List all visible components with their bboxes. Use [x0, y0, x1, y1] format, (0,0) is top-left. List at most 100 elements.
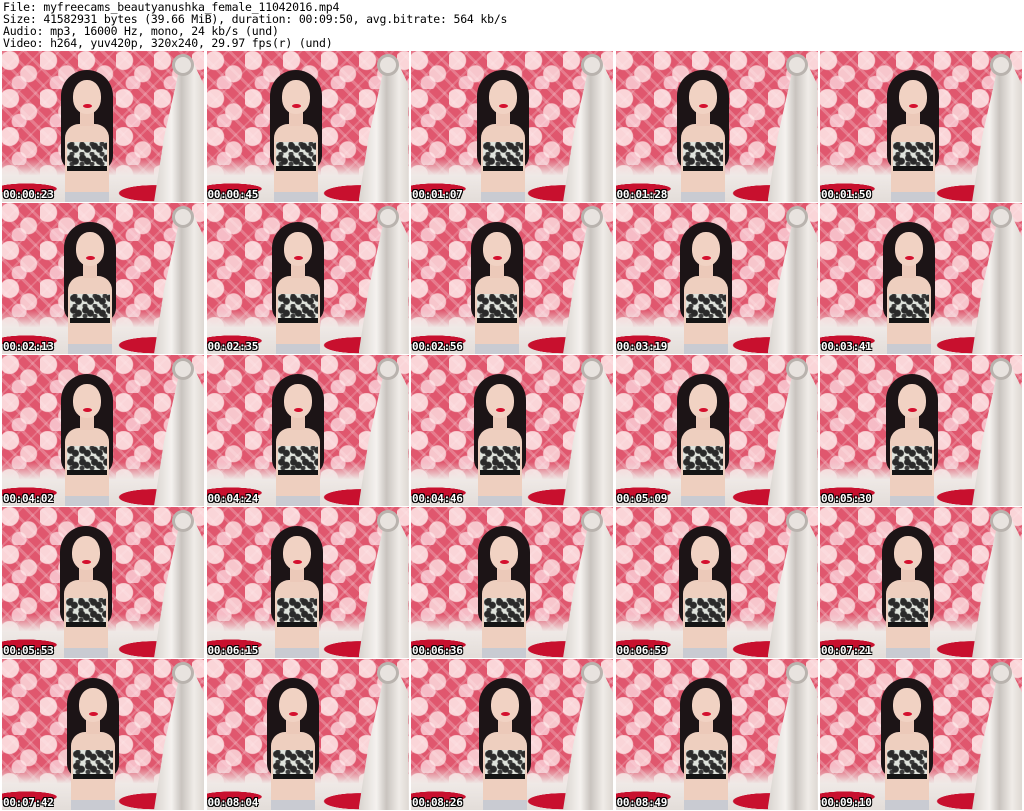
thumbnail-timestamp: 00:02:56 — [412, 340, 463, 353]
thumbnail-timestamp: 00:09:10 — [821, 796, 872, 809]
thumbnail-timestamp: 00:07:42 — [3, 796, 54, 809]
video-thumbnail: 00:01:07 — [411, 51, 613, 202]
curtain-ring-graphic — [376, 662, 399, 684]
person-figure — [665, 508, 745, 658]
person-figure — [47, 52, 127, 202]
curtain-graphic — [154, 211, 204, 354]
thumbnail-timestamp: 00:02:35 — [207, 340, 259, 353]
curtain-graphic — [972, 515, 1022, 658]
person-figure — [253, 660, 333, 810]
curtain-graphic — [358, 667, 409, 810]
curtain-ring-graphic — [172, 358, 194, 380]
curtain-graphic — [358, 515, 409, 658]
video-thumbnail: 00:02:56 — [411, 203, 613, 354]
person-figure — [256, 52, 336, 202]
person-figure — [463, 52, 543, 202]
curtain-ring-graphic — [376, 358, 399, 380]
curtain-graphic — [767, 667, 818, 810]
info-header: File: myfreecams_beautyanushka_female_11… — [0, 0, 1024, 50]
curtain-graphic — [358, 363, 409, 506]
curtain-graphic — [563, 211, 613, 354]
video-thumbnail: 00:04:46 — [411, 355, 613, 506]
curtain-ring-graphic — [581, 206, 603, 228]
curtain-graphic — [154, 667, 204, 810]
curtain-ring-graphic — [785, 358, 808, 380]
curtain-ring-graphic — [581, 358, 603, 380]
person-figure — [50, 204, 130, 354]
curtain-ring-graphic — [990, 662, 1012, 684]
person-figure — [457, 204, 537, 354]
curtain-ring-graphic — [990, 358, 1012, 380]
thumbnail-timestamp: 00:02:13 — [3, 340, 54, 353]
curtain-graphic — [767, 363, 818, 506]
thumbnail-timestamp: 00:01:28 — [616, 188, 668, 201]
thumbnail-timestamp: 00:03:19 — [616, 340, 668, 353]
person-figure — [869, 204, 949, 354]
thumbnail-timestamp: 00:05:09 — [616, 492, 668, 505]
video-thumbnail: 00:03:41 — [820, 203, 1022, 354]
video-thumbnail: 00:06:15 — [206, 507, 409, 658]
curtain-graphic — [154, 363, 204, 506]
person-figure — [258, 204, 338, 354]
curtain-graphic — [972, 363, 1022, 506]
person-figure — [460, 356, 540, 506]
video-thumbnail: 00:06:36 — [411, 507, 613, 658]
video-thumbnail: 00:07:42 — [2, 659, 204, 810]
video-thumbnail: 00:08:04 — [206, 659, 409, 810]
curtain-ring-graphic — [785, 510, 808, 532]
curtain-graphic — [563, 667, 613, 810]
curtain-graphic — [563, 363, 613, 506]
person-figure — [465, 660, 545, 810]
person-figure — [663, 52, 743, 202]
thumbnail-timestamp: 00:03:41 — [821, 340, 872, 353]
thumbnail-timestamp: 00:08:49 — [616, 796, 668, 809]
person-figure — [868, 508, 948, 658]
thumbnail-timestamp: 00:06:59 — [616, 644, 668, 657]
video-thumbnail: 00:03:19 — [615, 203, 818, 354]
video-info: Video: h264, yuv420p, 320x240, 29.97 fps… — [3, 36, 333, 50]
thumbnail-timestamp: 00:01:50 — [821, 188, 872, 201]
video-thumbnail: 00:06:59 — [615, 507, 818, 658]
video-thumbnail: 00:08:26 — [411, 659, 613, 810]
person-figure — [46, 508, 126, 658]
curtain-graphic — [767, 59, 818, 202]
thumbnail-grid: 00:00:23 00:00:45 00:01:07 00:01:28 00:01:50… — [2, 51, 1022, 810]
curtain-graphic — [563, 59, 613, 202]
curtain-ring-graphic — [785, 54, 808, 76]
thumbnail-timestamp: 00:06:15 — [207, 644, 259, 657]
curtain-graphic — [972, 59, 1022, 202]
thumbnail-timestamp: 00:07:21 — [821, 644, 872, 657]
curtain-ring-graphic — [990, 510, 1012, 532]
person-figure — [464, 508, 544, 658]
curtain-graphic — [563, 515, 613, 658]
curtain-graphic — [154, 515, 204, 658]
curtain-graphic — [358, 59, 409, 202]
curtain-graphic — [154, 59, 204, 202]
video-thumbnail: 00:05:09 — [615, 355, 818, 506]
video-thumbnail: 00:00:45 — [206, 51, 409, 202]
person-figure — [47, 356, 127, 506]
person-figure — [257, 508, 337, 658]
video-thumbnail: 00:00:23 — [2, 51, 204, 202]
video-thumbnail: 00:09:10 — [820, 659, 1022, 810]
curtain-ring-graphic — [376, 510, 399, 532]
curtain-graphic — [358, 211, 409, 354]
video-thumbnail: 00:04:24 — [206, 355, 409, 506]
curtain-graphic — [972, 211, 1022, 354]
thumbnail-timestamp: 00:04:02 — [3, 492, 54, 505]
thumbnail-timestamp: 00:08:04 — [207, 796, 259, 809]
curtain-ring-graphic — [172, 206, 194, 228]
person-figure — [663, 356, 743, 506]
curtain-ring-graphic — [581, 510, 603, 532]
curtain-ring-graphic — [785, 206, 808, 228]
curtain-graphic — [767, 211, 818, 354]
thumbnail-timestamp: 00:06:36 — [412, 644, 463, 657]
curtain-graphic — [767, 515, 818, 658]
person-figure — [867, 660, 947, 810]
video-thumbnail: 00:01:28 — [615, 51, 818, 202]
person-figure — [873, 52, 953, 202]
video-thumbnail: 00:02:13 — [2, 203, 204, 354]
curtain-ring-graphic — [990, 206, 1012, 228]
curtain-ring-graphic — [990, 54, 1012, 76]
curtain-graphic — [972, 667, 1022, 810]
